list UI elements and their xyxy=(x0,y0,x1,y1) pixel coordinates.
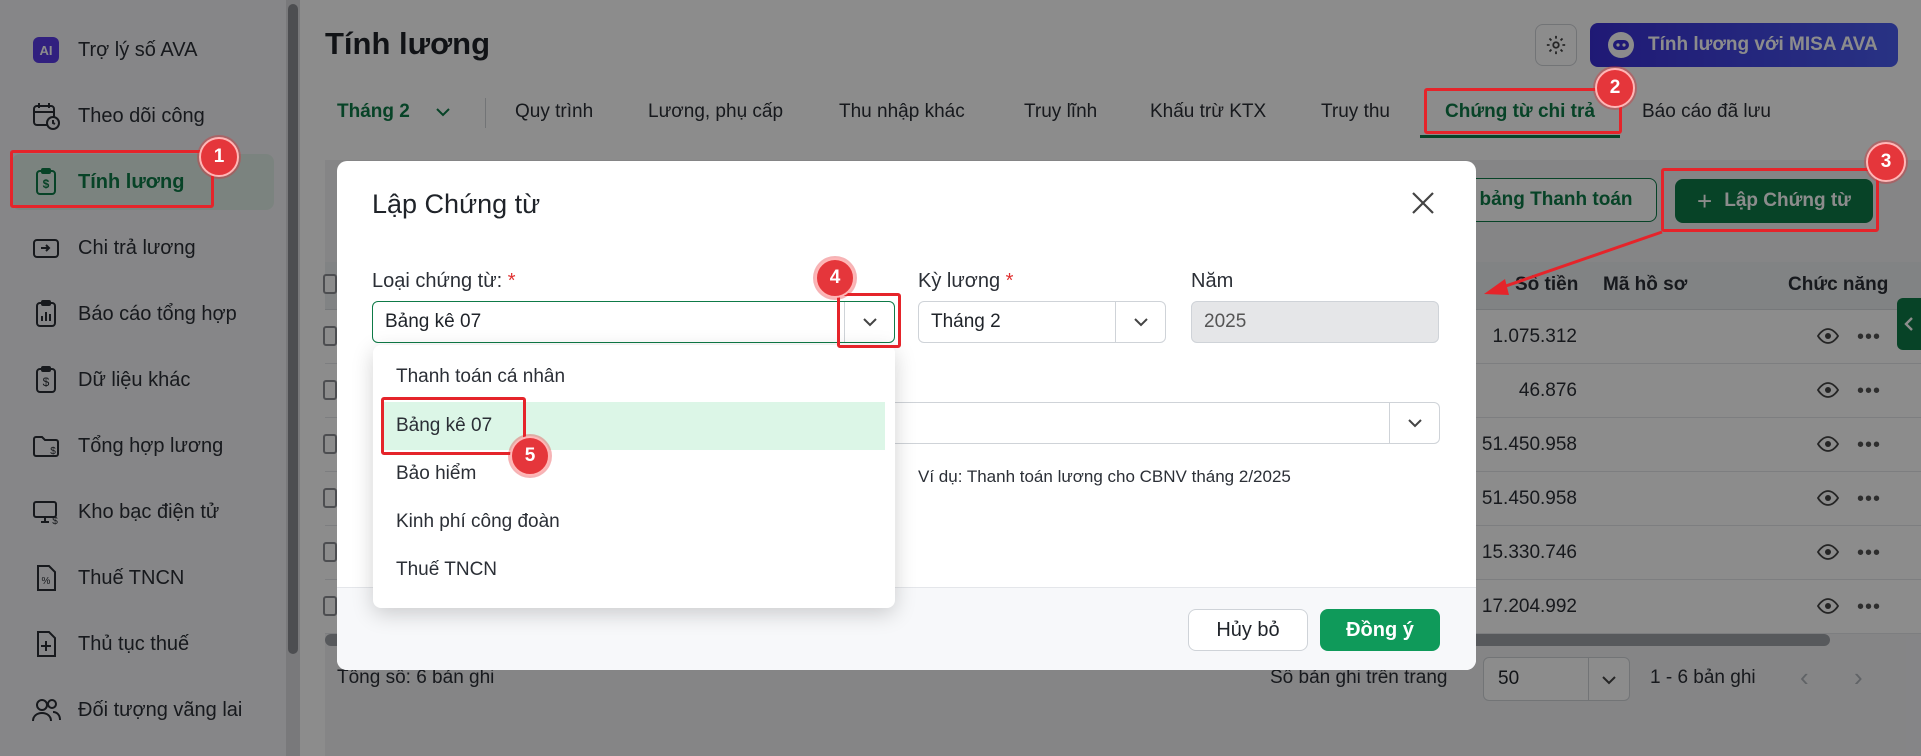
annotation-arrow xyxy=(1484,230,1663,295)
